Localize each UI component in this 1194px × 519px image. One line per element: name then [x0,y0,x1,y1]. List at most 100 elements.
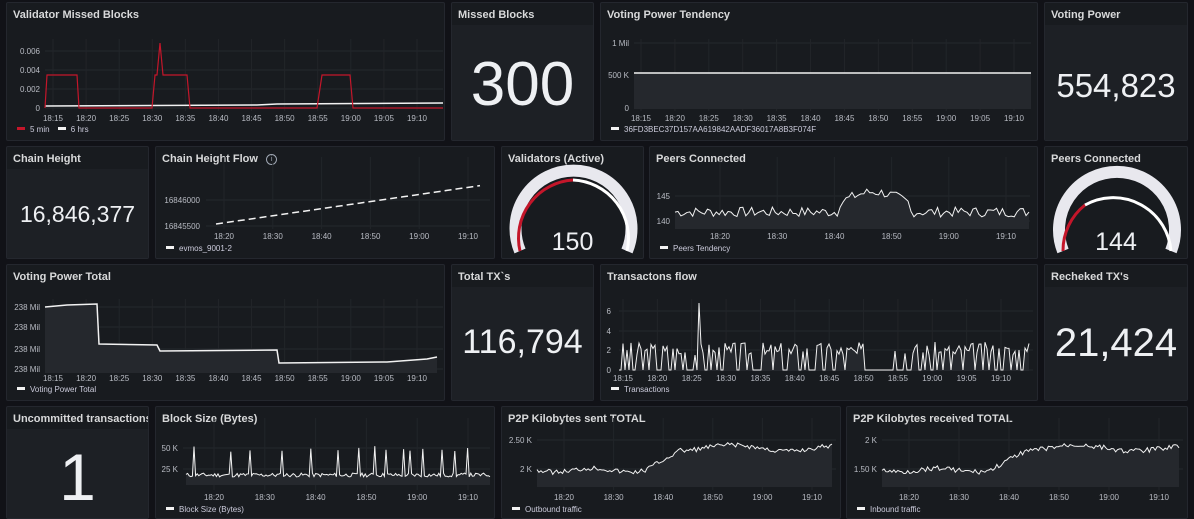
voting-power-total-chart[interactable]: 238 Mil238 Mil238 Mil238 Mil18:15 18:20 18… [7,265,445,401]
validator-missed-blocks-chart[interactable]: 0.006 0.004 0.002 018:15 18:20 18:25 18:30 18:3… [7,3,445,141]
legend-swatch-white [512,507,520,510]
x-tick-label: 18:20 [76,374,97,383]
x-tick-label: 18:35 [750,374,771,383]
x-tick-label: 18:30 [716,374,737,383]
legend-item-vpt[interactable]: Voting Power Total [30,385,96,394]
y-tick-label: 25 K [162,465,179,474]
voting-power-tendency-panel: Voting Power Tendency 1 Mil 500 K 0 18:15 18… [600,2,1038,141]
legend[interactable]: Block Size (Bytes) [166,505,244,514]
legend-item-5min[interactable]: 5 min [30,125,50,134]
validator-missed-blocks-panel: Validator Missed Blocks 0.006 0.004 0.002 0… [6,2,445,141]
transactions-flow-panel: Transactons flow 6 4 2 0 18:15 18:20 18:25 18:3… [600,264,1038,401]
series-area [619,303,1029,371]
x-tick-label: 18:55 [308,114,329,123]
chain-height-stat-panel: Chain Height 16,846,377 [6,146,149,259]
x-tick-label: 18:20 [204,493,225,502]
legend-swatch-red [17,127,25,130]
uncommitted-tx-stat-panel: Uncommitted transactions 1 [6,406,149,519]
voting-power-total-panel: Voting Power Total 238 Mil 238 Mil 238 Mil… [6,264,445,401]
y-tick-label: 6 [607,307,612,316]
x-tick-label: 18:15 [613,374,634,383]
x-tick-label: 19:05 [374,114,395,123]
x-tick-label: 18:55 [902,114,923,123]
chain-height-flow-chart[interactable]: 16846000 16845500 18:20 18:30 18:40 18:50 19:0… [156,147,495,259]
p2p-sent-panel: P2P Kilobytes sent TOTAL 2.50 K2 K 18:20 1… [501,406,841,519]
x-tick-label: 19:10 [407,114,428,123]
legend[interactable]: Inbound traffic [857,505,921,514]
x-tick-label: 18:30 [949,493,970,502]
y-tick-label: 1 Mil [612,39,629,48]
y-tick-label: 238 Mil [14,323,40,332]
x-tick-label: 18:30 [142,114,163,123]
legend-swatch-white [611,127,619,130]
legend-swatch-white [857,507,865,510]
x-tick-label: 18:40 [801,114,822,123]
p2p-received-chart[interactable]: 2 K 1.50 K 18:20 18:30 18:40 18:50 19:00 19:10 [847,407,1188,519]
y-tick-label: 4 [607,327,612,336]
y-tick-label: 0 [36,104,41,113]
legend[interactable]: evmos_9001-2 [166,244,232,253]
chain-height-flow-panel: Chain Height Flow i 16846000 16845500 18:20… [155,146,495,259]
x-tick-label: 18:50 [360,232,381,241]
x-tick-label: 19:00 [922,374,943,383]
legend-item-evmos[interactable]: evmos_9001-2 [179,244,232,253]
legend[interactable]: Transactions [611,385,670,394]
x-tick-label: 18:40 [312,232,333,241]
x-tick-label: 18:40 [999,493,1020,502]
legend-item-6hrs[interactable]: 6 hrs [71,125,89,134]
legend[interactable]: 5 min 6 hrs [17,125,89,134]
x-tick-label: 18:25 [109,374,130,383]
legend-item-outbound[interactable]: Outbound traffic [525,505,582,514]
x-tick-label: 18:30 [604,493,625,502]
y-tick-label: 0.004 [20,66,41,75]
rechecked-tx-stat-panel: Recheked TX's 21,424 [1044,264,1188,401]
stat-value: 116,794 [462,323,583,361]
stat-value: 16,846,377 [19,201,136,227]
x-tick-label: 18:45 [242,374,263,383]
voting-power-tendency-chart[interactable]: 1 Mil 500 K 018:15 18:20 18:25 18:30 18:35 18:4… [601,3,1038,141]
legend[interactable]: Voting Power Total [17,385,96,394]
x-tick-label: 18:20 [76,114,97,123]
panel-title[interactable]: Missed Blocks [458,9,534,21]
legend-swatch-white [611,387,619,390]
block-size-chart[interactable]: 50 K 25 K 18:20 18:30 18:40 18:50 19:00 19:10 [156,407,495,519]
transactions-flow-chart[interactable]: 6 4 2 018:15 18:20 18:25 18:30 18:35 18:40 18:45 1… [601,265,1038,401]
panel-title[interactable]: Chain Height [13,153,81,165]
panel-title[interactable]: Voting Power [1051,9,1120,21]
peers-connected-chart[interactable]: 145 140 18:20 18:30 18:40 18:50 19:00 19:10 [650,147,1038,259]
legend-item-inbound[interactable]: Inbound traffic [870,505,921,514]
missed-blocks-stat-panel: Missed Blocks 300 [451,2,594,141]
panel-title[interactable]: Recheked TX's [1051,271,1129,283]
p2p-received-panel: P2P Kilobytes received TOTAL 2 K 1.50 K 18… [846,406,1188,519]
series-area [634,73,1031,109]
y-tick-label: 0.002 [20,85,41,94]
x-tick-label: 18:30 [142,374,163,383]
y-tick-label: 1.50 K [854,465,878,474]
y-tick-label: 2 K [865,436,878,445]
x-tick-label: 19:00 [407,493,428,502]
x-tick-label: 19:10 [802,493,823,502]
gauge-value: 150 [551,228,594,256]
x-tick-label: 18:40 [208,114,229,123]
x-tick-label: 18:30 [255,493,276,502]
legend-item-validator[interactable]: 36FD3BEC37D157AA619842AADF36017A8B3F074F [624,125,816,134]
legend-item-block-size[interactable]: Block Size (Bytes) [179,505,244,514]
x-tick-label: 18:45 [819,374,840,383]
panel-title[interactable]: Uncommitted transactions [13,413,148,425]
p2p-sent-chart[interactable]: 2.50 K 2 K 18:20 18:30 18:40 18:50 19:00 19:10 [502,407,841,519]
legend[interactable]: Peers Tendency [660,244,730,253]
x-tick-label: 18:20 [214,232,235,241]
x-tick-label: 19:05 [957,374,978,383]
y-tick-label: 500 K [608,71,630,80]
legend[interactable]: Outbound traffic [512,505,582,514]
x-tick-label: 18:40 [306,493,327,502]
x-tick-label: 18:15 [631,114,652,123]
x-tick-label: 18:25 [682,374,703,383]
series-line [215,184,481,225]
y-tick-label: 50 K [162,444,179,453]
legend[interactable]: 36FD3BEC37D157AA619842AADF36017A8B3F074F [611,125,816,134]
legend-item-peers[interactable]: Peers Tendency [673,244,730,253]
x-tick-label: 18:50 [275,114,296,123]
legend-item-transactions[interactable]: Transactions [624,385,670,394]
panel-title[interactable]: Total TX`s [458,271,510,283]
